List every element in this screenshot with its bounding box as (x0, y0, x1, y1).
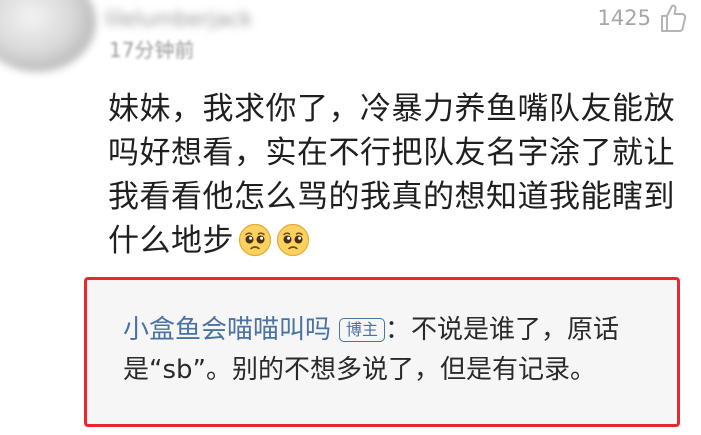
comment-username[interactable]: lilelumberjack (105, 7, 293, 31)
blogger-badge: 博主 (339, 318, 386, 342)
reply-body: 小盒鱼会喵喵叫吗 博主 ：不说是谁了，原话是“sb”。别的不想多说了，但是有记录。 (123, 310, 663, 390)
user-avatar[interactable] (0, 0, 96, 72)
author-reply-highlight: 小盒鱼会喵喵叫吗 博主 ：不说是谁了，原话是“sb”。别的不想多说了，但是有记录。 (84, 277, 680, 427)
comment-screenshot: lilelumberjack 17分钟前 1425 妹妹，我求你了，冷暴力养鱼嘴… (0, 0, 701, 435)
comment-text: 妹妹，我求你了，冷暴力养鱼嘴队友能放吗好想看，实在不行把队友名字涂了就让我看看他… (108, 91, 675, 259)
reply-author-link[interactable]: 小盒鱼会喵喵叫吗 (123, 315, 331, 345)
comment-body: 妹妹，我求你了，冷暴力养鱼嘴队友能放吗好想看，实在不行把队友名字涂了就让我看看他… (108, 87, 688, 263)
thumbs-up-icon[interactable] (659, 3, 687, 33)
like-button[interactable]: 1425 (598, 0, 687, 36)
comment-timestamp: 17分钟前 (109, 38, 195, 62)
like-count: 1425 (597, 6, 651, 30)
pleading-face-icon (238, 223, 272, 257)
pleading-face-icon (276, 223, 310, 257)
